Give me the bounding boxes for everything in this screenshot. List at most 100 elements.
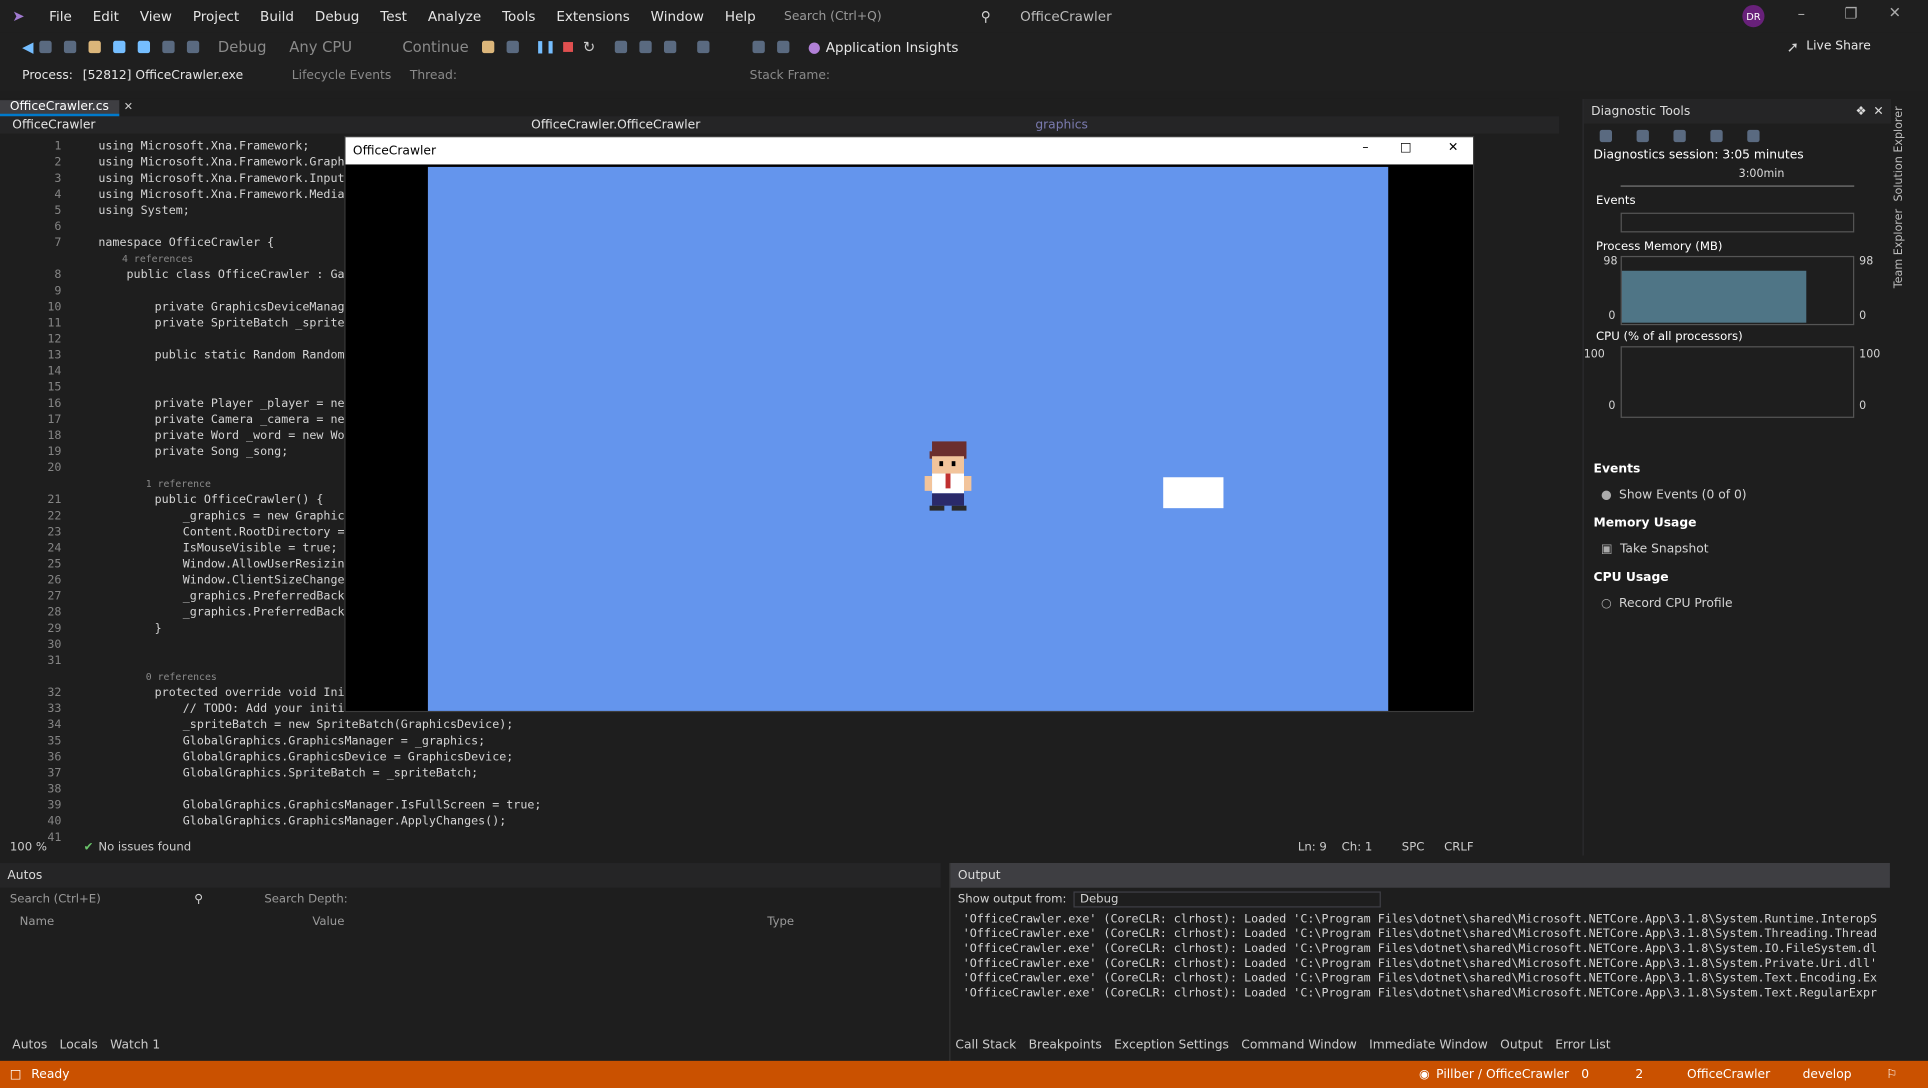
platform-dropdown[interactable]: Any CPU [289, 38, 387, 55]
output-tab[interactable]: Command Window [1241, 1039, 1357, 1053]
menu-item[interactable]: Edit [93, 8, 119, 24]
code-text[interactable]: public OfficeCrawler() { [98, 493, 324, 507]
code-text[interactable]: 0 references [98, 671, 217, 682]
menu-item[interactable]: Extensions [556, 8, 629, 24]
nav-class[interactable]: OfficeCrawler.OfficeCrawler [531, 118, 1035, 132]
application-insights-button[interactable]: Application Insights [826, 39, 959, 55]
stop-icon[interactable] [563, 42, 573, 52]
search-box[interactable]: Search (Ctrl+Q) [784, 9, 968, 23]
code-line[interactable]: 40 GlobalGraphics.GraphicsManager.ApplyC… [0, 814, 1559, 830]
search-icon[interactable]: ⚲ [194, 892, 203, 906]
code-text[interactable]: private Player _player = ne [98, 397, 345, 411]
col-type[interactable]: Type [767, 914, 794, 928]
cpu-header[interactable]: CPU (% of all processors) [1584, 330, 1891, 344]
memory-header[interactable]: Process Memory (MB) [1584, 240, 1891, 254]
code-text[interactable]: GlobalGraphics.GraphicsDevice = Graphics… [98, 750, 514, 764]
game-minimize-icon[interactable]: – [1362, 141, 1368, 155]
tab-close-icon[interactable]: ✕ [124, 101, 133, 113]
output-line[interactable]: 'OfficeCrawler.exe' (CoreCLR: clrhost): … [963, 957, 1878, 972]
nav-project[interactable]: OfficeCrawler [12, 118, 516, 132]
output-tab[interactable]: Call Stack [955, 1039, 1016, 1053]
code-line[interactable]: 34 _spriteBatch = new SpriteBatch(Graphi… [0, 717, 1559, 733]
zoom-in-icon[interactable] [1673, 129, 1686, 143]
code-text[interactable]: } [98, 622, 162, 636]
col-name[interactable]: Name [20, 914, 313, 928]
breakpoint-toggle-icon[interactable] [697, 40, 710, 54]
step-into-icon[interactable] [639, 40, 652, 54]
code-text[interactable]: private Word _word = new Wo [98, 429, 345, 443]
output-tab[interactable]: Output [1500, 1039, 1543, 1053]
code-text[interactable]: IsMouseVisible = true; [98, 542, 338, 556]
project-name[interactable]: OfficeCrawler [1687, 1068, 1770, 1082]
game-close-icon[interactable]: ✕ [1448, 141, 1458, 155]
step-out-icon[interactable] [664, 40, 677, 54]
solution-explorer-tab[interactable]: Solution Explorer [1894, 106, 1906, 201]
zoom-out-icon[interactable] [1710, 129, 1723, 143]
code-line[interactable]: 35 GlobalGraphics.GraphicsManager = _gra… [0, 733, 1559, 749]
code-text[interactable]: using Microsoft.Xna.Framework.Input [98, 172, 344, 186]
screenshot-icon[interactable] [506, 40, 520, 54]
back-icon[interactable]: ◀ [22, 38, 33, 55]
bookmark-icon[interactable] [752, 40, 765, 54]
lifecycle-events-button[interactable]: Lifecycle Events [292, 69, 403, 83]
menu-item[interactable]: File [49, 8, 72, 24]
menu-item[interactable]: Build [260, 8, 294, 24]
events-header[interactable]: Events [1584, 194, 1891, 208]
continue-button[interactable]: Continue [402, 38, 476, 55]
menu-item[interactable]: Project [193, 8, 239, 24]
game-title-bar[interactable]: OfficeCrawler – □ ✕ [345, 137, 1474, 165]
bookmark-next-icon[interactable] [777, 40, 790, 54]
autos-tab[interactable]: Locals [60, 1039, 98, 1053]
code-text[interactable]: GlobalGraphics.GraphicsManager.IsFullScr… [98, 799, 542, 813]
code-text[interactable]: private Song _song; [98, 445, 289, 459]
notification-icon[interactable]: ⚐ [1886, 1068, 1897, 1082]
open-folder-icon[interactable] [88, 40, 102, 54]
code-text[interactable]: namespace OfficeCrawler { [98, 236, 274, 250]
undo-icon[interactable] [162, 40, 175, 54]
settings-icon[interactable] [1599, 129, 1613, 143]
take-snapshot-button[interactable]: Take Snapshot [1620, 543, 1709, 557]
repo-name[interactable]: Pillber / OfficeCrawler [1436, 1068, 1569, 1082]
code-text[interactable]: using Microsoft.Xna.Framework.Graph [98, 156, 344, 170]
code-text[interactable]: 1 reference [98, 478, 211, 489]
code-text[interactable]: using Microsoft.Xna.Framework; [98, 140, 309, 154]
autos-tab[interactable]: Watch 1 [110, 1039, 160, 1053]
zoom-level[interactable]: 100 % [10, 840, 84, 854]
close-icon[interactable]: ✕ [1889, 4, 1901, 21]
output-line[interactable]: 'OfficeCrawler.exe' (CoreCLR: clrhost): … [963, 972, 1878, 987]
menu-item[interactable]: View [140, 8, 172, 24]
record-cpu-profile-button[interactable]: Record CPU Profile [1619, 597, 1733, 611]
new-file-icon[interactable] [64, 40, 77, 54]
pending-changes[interactable]: 2 [1635, 1068, 1643, 1082]
restart-icon[interactable]: ↻ [583, 38, 595, 55]
code-text[interactable]: // TODO: Add your initi [98, 702, 345, 716]
code-text[interactable]: Window.ClientSizeChange [98, 574, 345, 588]
code-text[interactable]: using System; [98, 204, 189, 218]
live-share-button[interactable]: Live Share [1806, 40, 1871, 54]
whitespace-mode[interactable]: SPC [1402, 840, 1425, 854]
code-text[interactable]: using Microsoft.Xna.Framework.Media [98, 188, 344, 202]
code-text[interactable]: private GraphicsDeviceManag [98, 300, 345, 314]
menu-item[interactable]: Help [725, 8, 756, 24]
code-text[interactable]: Content.RootDirectory = [98, 525, 345, 539]
step-over-icon[interactable] [614, 40, 628, 54]
code-text[interactable]: _graphics.PreferredBack [98, 606, 345, 620]
events-track[interactable] [1620, 212, 1855, 233]
hot-reload-icon[interactable] [482, 40, 495, 54]
autos-search[interactable]: Search (Ctrl+E) [10, 892, 194, 906]
timeline[interactable]: 3:00min [1620, 166, 1855, 187]
output-line[interactable]: 'OfficeCrawler.exe' (CoreCLR: clrhost): … [963, 942, 1878, 957]
menu-item[interactable]: Tools [502, 8, 535, 24]
panel-close-icon[interactable]: ✕ [1873, 104, 1883, 118]
output-text[interactable]: 'OfficeCrawler.exe' (CoreCLR: clrhost): … [950, 910, 1889, 1004]
menu-item[interactable]: Analyze [428, 8, 481, 24]
code-text[interactable]: private Camera _camera = ne [98, 413, 345, 427]
code-text[interactable]: Window.AllowUserResizin [98, 558, 345, 572]
output-line[interactable]: 'OfficeCrawler.exe' (CoreCLR: clrhost): … [963, 927, 1878, 942]
team-explorer-tab[interactable]: Team Explorer [1894, 209, 1906, 288]
menu-item[interactable]: Test [380, 8, 407, 24]
output-line[interactable]: 'OfficeCrawler.exe' (CoreCLR: clrhost): … [963, 912, 1878, 927]
output-source-dropdown[interactable]: Debug [1073, 890, 1382, 907]
nav-member[interactable]: graphics [1035, 118, 1088, 132]
export-icon[interactable] [1636, 129, 1649, 143]
